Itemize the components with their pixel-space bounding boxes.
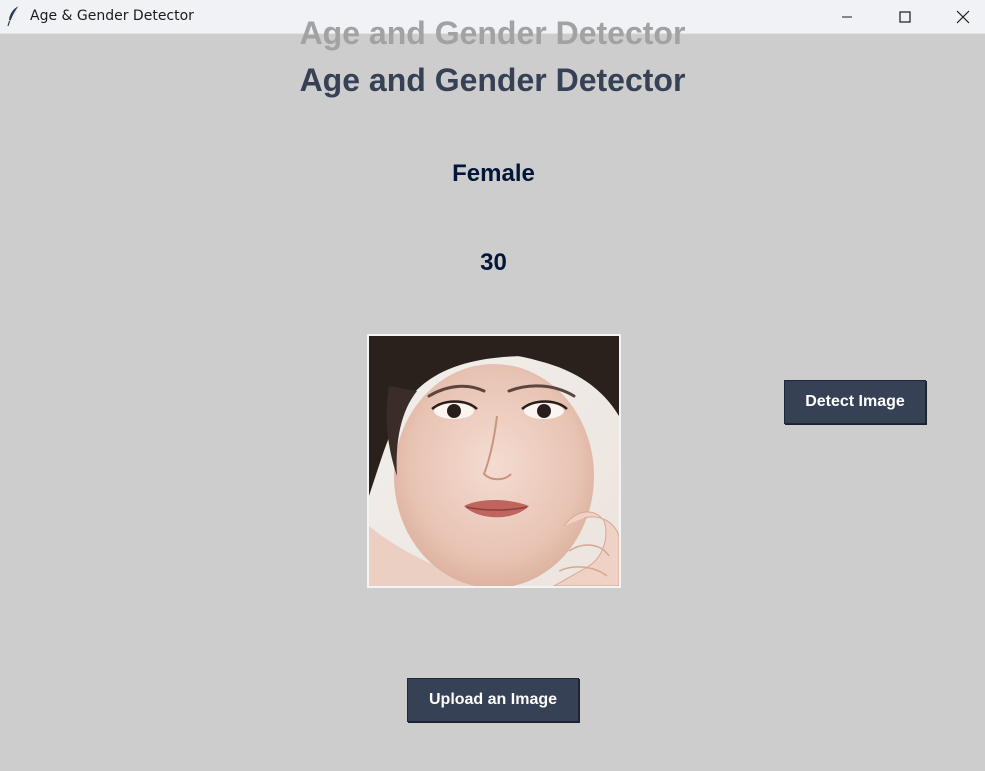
app-window: Age & Gender Detector Age and Gender Det… — [0, 0, 985, 771]
heading-shadow: Age and Gender Detector — [299, 15, 686, 51]
gender-result: Female — [452, 160, 535, 187]
age-result: 30 — [480, 249, 507, 276]
detect-image-button[interactable]: Detect Image — [784, 380, 926, 424]
upload-image-button[interactable]: Upload an Image — [407, 678, 579, 722]
page-title: Age and Gender Detector — [299, 62, 686, 98]
uploaded-image — [367, 334, 621, 588]
